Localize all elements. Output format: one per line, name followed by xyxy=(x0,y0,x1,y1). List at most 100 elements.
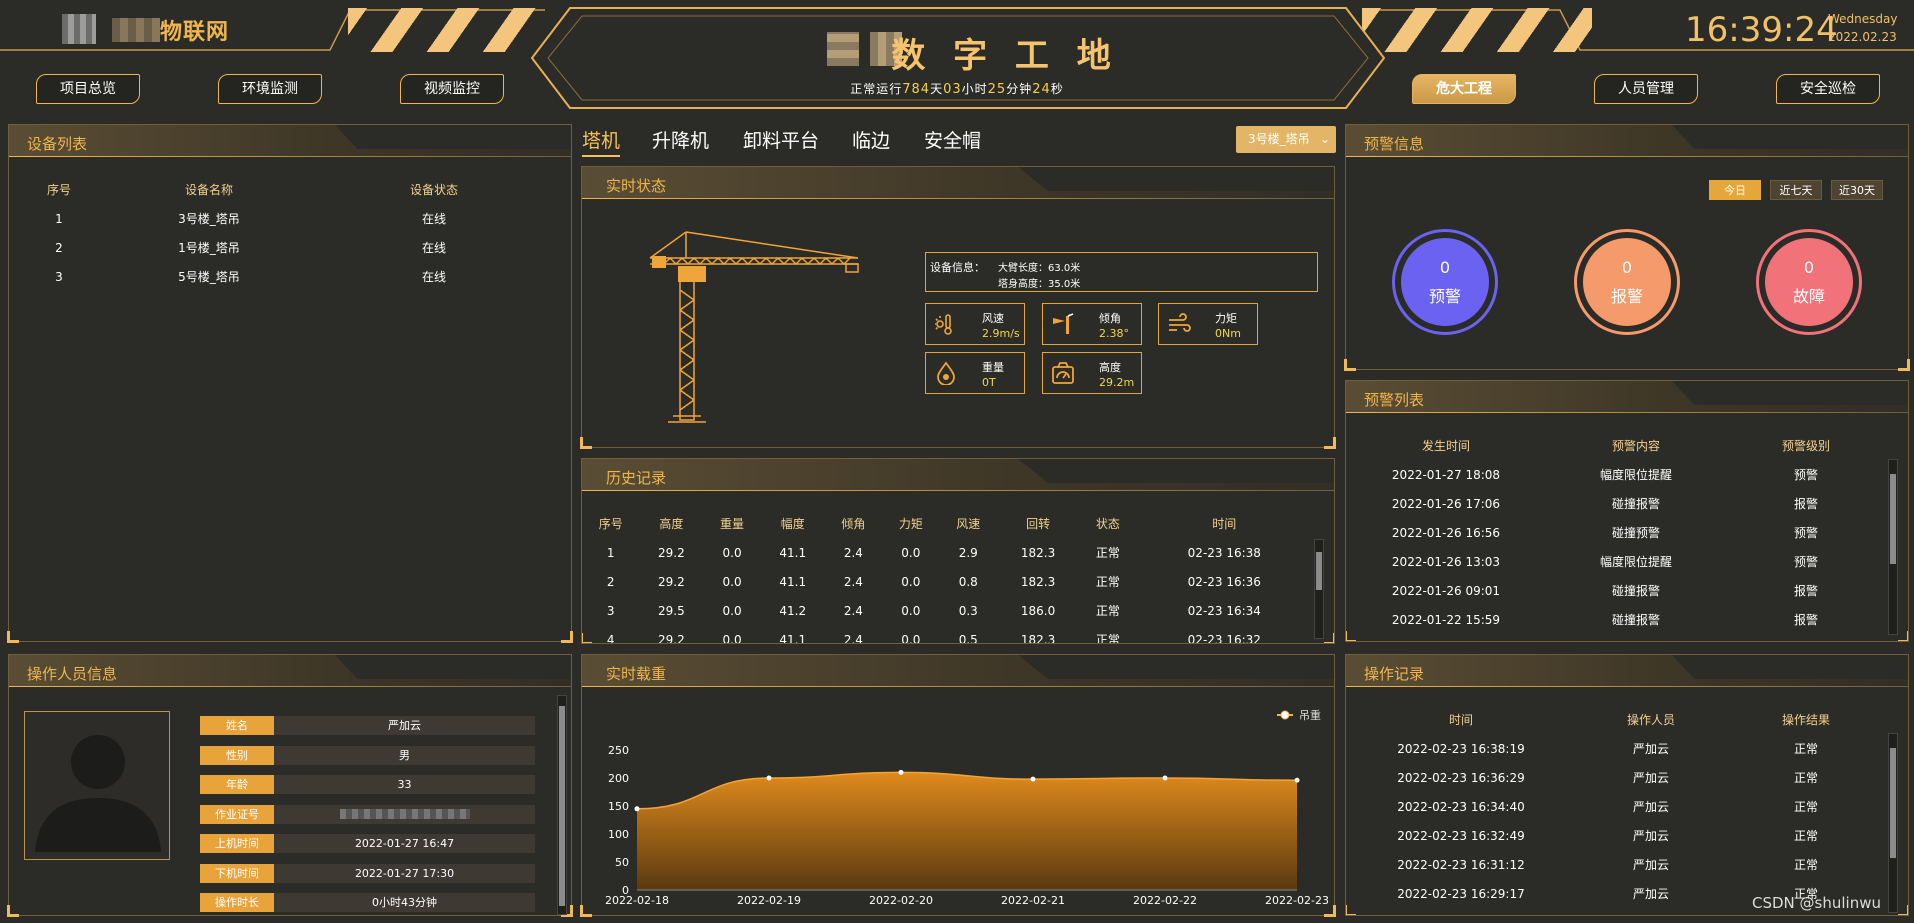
device-table: 序号 设备名称 设备状态 1 3号楼_塔吊 在线 2 1号楼_塔吊 在线 3 5号楼_塔吊… xyxy=(9,175,559,291)
tab-unloading-platform[interactable]: 卸料平台 xyxy=(743,126,819,153)
data-point[interactable] xyxy=(1030,776,1036,782)
sensor-value: 0Nm xyxy=(1215,327,1241,340)
table-row[interactable]: 1 3号楼_塔吊 在线 xyxy=(9,204,559,233)
cell: 02-23 16:34 xyxy=(1187,603,1261,618)
col-header: 操作结果 xyxy=(1781,713,1830,727)
table-row[interactable]: 4 29.2 0.0 41.1 2.4 0.0 0.5 182.3 正常 02-23 16:32 xyxy=(582,625,1312,644)
cell: 预警 xyxy=(1793,555,1818,569)
field-label: 性别 xyxy=(200,746,274,765)
table-row[interactable]: 1 29.2 0.0 41.1 2.4 0.0 2.9 182.3 正常 02-23 16:38 xyxy=(582,538,1312,567)
panel-header-bg xyxy=(582,459,1334,491)
nav-env-monitor[interactable]: 环境监测 xyxy=(218,74,322,104)
table-row[interactable]: 2022-02-23 16:38:19 严加云 正常 xyxy=(1346,734,1886,763)
cell: 0.0 xyxy=(901,545,921,560)
panel-header-line xyxy=(582,198,1334,199)
scrollbar[interactable] xyxy=(1314,539,1324,639)
cell: 严加云 xyxy=(1632,829,1669,843)
scrollbar-thumb[interactable] xyxy=(1890,748,1896,858)
data-point[interactable] xyxy=(634,806,640,812)
history-panel: 历史记录 序号 高度 重量 幅度 倾角 力矩 风速 回转 状态 时间 1 29.2 0.0 41.1 2.… xyxy=(581,458,1335,644)
col-header: 倾角 xyxy=(841,517,866,531)
runtime-minutes: 25 xyxy=(987,82,1007,97)
panel-header-line xyxy=(9,156,571,157)
thermometer-sun-icon xyxy=(935,314,952,335)
data-point[interactable] xyxy=(1162,775,1168,781)
table-row[interactable]: 2022-01-26 13:03 幅度限位提醒 预警 xyxy=(1346,547,1886,576)
sensor-tilt: 倾角 2.38° xyxy=(1042,303,1142,345)
nav-safety-patrol[interactable]: 安全巡检 xyxy=(1776,74,1880,104)
table-row[interactable]: 2022-01-26 17:06 碰撞报警 报警 xyxy=(1346,489,1886,518)
load-chart-title: 实时载重 xyxy=(606,665,667,683)
table-row[interactable]: 2022-02-23 16:32:49 严加云 正常 xyxy=(1346,821,1886,850)
col-header: 回转 xyxy=(1026,517,1051,531)
tab-tower-crane[interactable]: 塔机 xyxy=(582,126,621,157)
operation-log-title: 操作记录 xyxy=(1364,665,1425,683)
data-point[interactable] xyxy=(898,769,904,775)
range-30days-button[interactable]: 近30天 xyxy=(1831,180,1883,200)
field-value: 男 xyxy=(274,746,535,765)
data-point[interactable] xyxy=(766,775,772,781)
cell: 预警 xyxy=(1793,526,1818,540)
scrollbar-thumb[interactable] xyxy=(1316,552,1322,590)
cell: 2022-02-23 16:34:40 xyxy=(1397,799,1525,814)
data-point[interactable] xyxy=(1294,777,1300,783)
col-header: 预警内容 xyxy=(1611,439,1660,453)
cell: 严加云 xyxy=(1632,771,1669,785)
scrollbar[interactable] xyxy=(1888,733,1898,913)
table-row[interactable]: 2022-01-22 15:59 碰撞报警 报警 xyxy=(1346,605,1886,634)
table-row[interactable]: 2 1号楼_塔吊 在线 xyxy=(9,233,559,262)
table-row[interactable]: 3 5号楼_塔吊 在线 xyxy=(9,262,559,291)
scrollbar-thumb[interactable] xyxy=(559,706,565,906)
series-area xyxy=(637,772,1297,890)
cell: 2.4 xyxy=(843,632,863,644)
table-row[interactable]: 2022-01-26 16:56 碰撞预警 预警 xyxy=(1346,518,1886,547)
cell: 2.9 xyxy=(958,545,978,560)
warning-table: 发生时间 预警内容 预警级别 2022-01-27 18:08 幅度限位提醒 预警 20… xyxy=(1346,431,1886,634)
table-row[interactable]: 3 29.5 0.0 41.2 2.4 0.0 0.3 186.0 正常 02-23 16:34 xyxy=(582,596,1312,625)
cell: 5号楼_塔吊 xyxy=(178,270,240,284)
tab-elevator[interactable]: 升降机 xyxy=(652,126,709,153)
col-header: 操作人员 xyxy=(1626,713,1675,727)
x-tick-label: 2022-02-19 xyxy=(737,894,801,907)
device-select[interactable]: 3号楼_塔吊 ⌄ xyxy=(1236,126,1336,153)
scrollbar[interactable] xyxy=(557,695,567,915)
fault-circle[interactable]: 0 故障 xyxy=(1756,229,1862,335)
cell: 严加云 xyxy=(1632,858,1669,872)
cell: 报警 xyxy=(1793,497,1818,511)
table-row[interactable]: 2022-02-23 16:31:12 严加云 正常 xyxy=(1346,850,1886,879)
table-header-row: 序号 高度 重量 幅度 倾角 力矩 风速 回转 状态 时间 xyxy=(582,509,1312,538)
warning-circle[interactable]: 0 预警 xyxy=(1392,229,1498,335)
device-list-panel: 设备列表 序号 设备名称 设备状态 1 3号楼_塔吊 在线 2 1号楼_塔吊 在线 35… xyxy=(7,124,573,643)
nav-video-monitor[interactable]: 视频监控 xyxy=(400,74,504,104)
col-header: 幅度 xyxy=(780,517,805,531)
runtime-prefix: 正常运行 xyxy=(850,82,903,96)
range-today-button[interactable]: 今日 xyxy=(1709,180,1761,200)
cell: 正常 xyxy=(1793,829,1818,843)
range-7days-button[interactable]: 近七天 xyxy=(1770,180,1822,200)
fault-label: 故障 xyxy=(1792,287,1825,306)
sensor-value: 2.9m/s xyxy=(982,327,1020,340)
nav-dangerous-project[interactable]: 危大工程 xyxy=(1412,74,1516,104)
table-row[interactable]: 2 29.2 0.0 41.1 2.4 0.0 0.8 182.3 正常 02-23 16:36 xyxy=(582,567,1312,596)
avatar xyxy=(24,711,170,860)
crane-cab xyxy=(678,266,706,282)
scrollbar-thumb[interactable] xyxy=(1890,474,1896,564)
cell: 0.0 xyxy=(901,632,921,644)
table-row[interactable]: 2022-01-26 09:01 碰撞报警 报警 xyxy=(1346,576,1886,605)
table-row[interactable]: 2022-02-23 16:34:40 严加云 正常 xyxy=(1346,792,1886,821)
nav-project-overview[interactable]: 项目总览 xyxy=(36,74,140,104)
nav-personnel[interactable]: 人员管理 xyxy=(1594,74,1698,104)
corner-mark xyxy=(7,905,19,917)
cell: 186.0 xyxy=(1020,603,1056,618)
warning-list-title: 预警列表 xyxy=(1364,391,1425,409)
tab-helmet[interactable]: 安全帽 xyxy=(924,126,981,153)
col-header: 风速 xyxy=(956,517,981,531)
redacted-blur xyxy=(339,809,470,819)
table-row[interactable]: 2022-01-27 18:08 幅度限位提醒 预警 xyxy=(1346,460,1886,489)
scrollbar[interactable] xyxy=(1888,459,1898,635)
panel-header-bg xyxy=(582,655,1334,687)
table-row[interactable]: 2022-02-23 16:36:29 严加云 正常 xyxy=(1346,763,1886,792)
y-tick-label: 100 xyxy=(608,828,629,841)
tab-edge[interactable]: 临边 xyxy=(852,126,890,153)
alarm-circle[interactable]: 0 报警 xyxy=(1574,229,1680,335)
